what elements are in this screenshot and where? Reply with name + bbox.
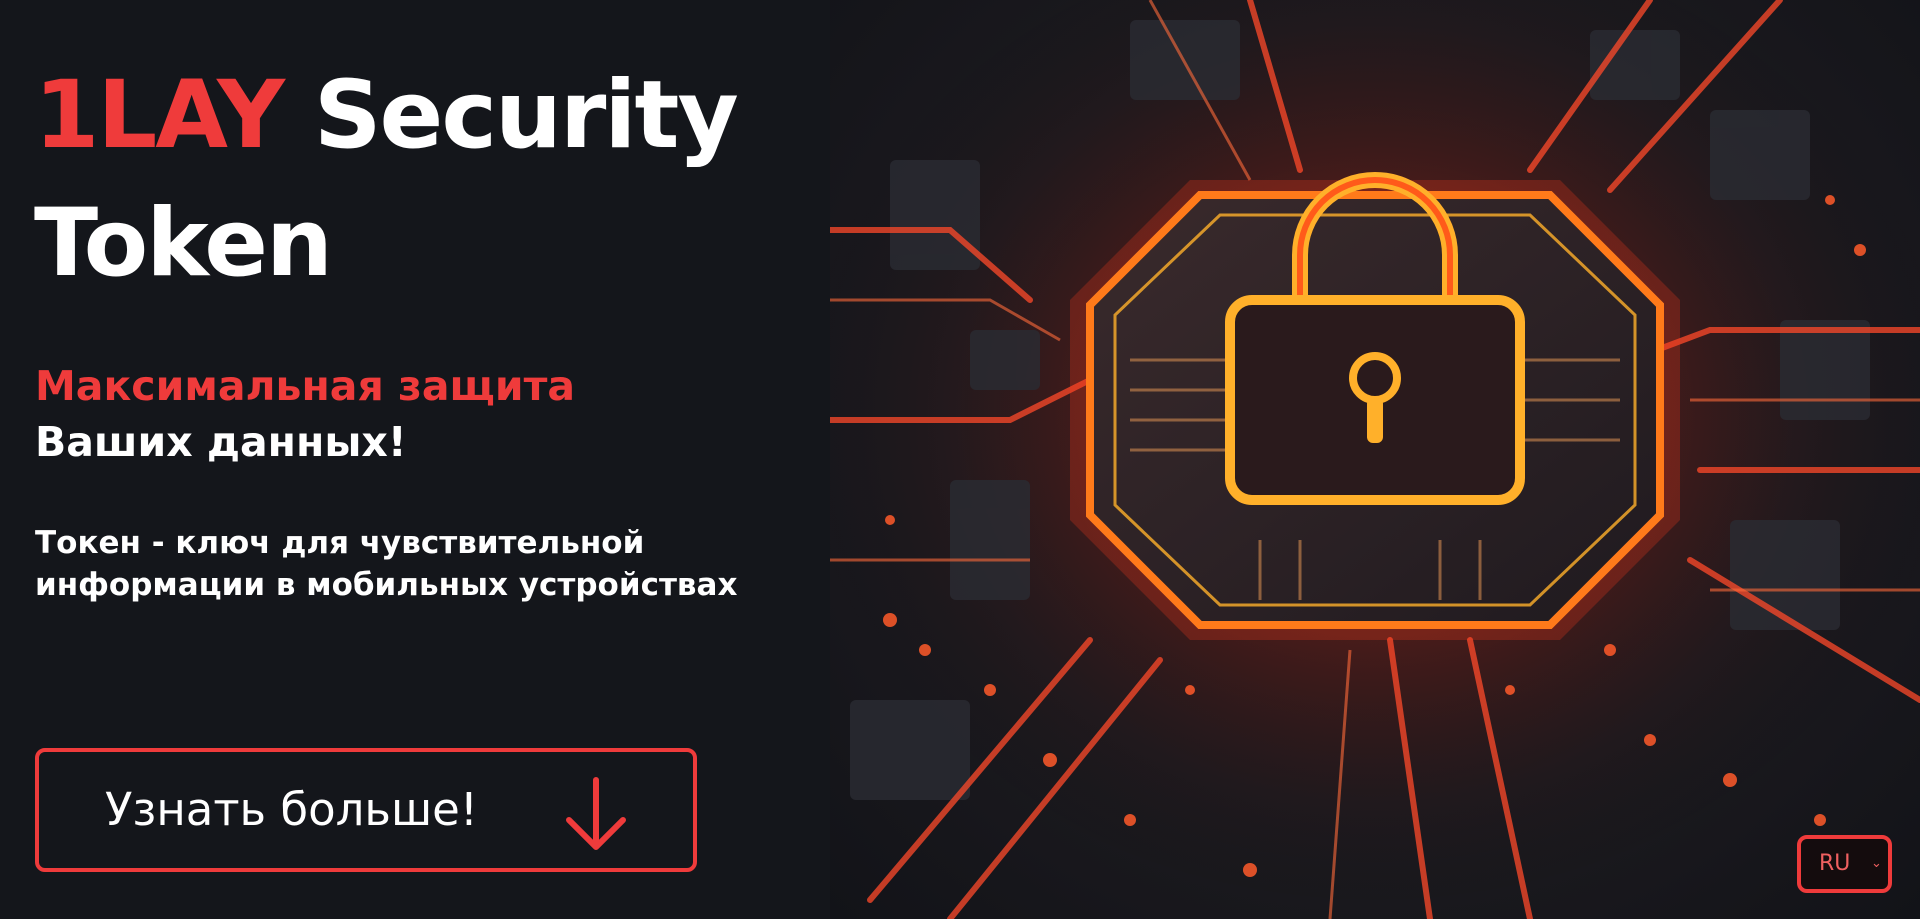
learn-more-button[interactable]: Узнать больше! xyxy=(35,748,697,872)
description-line-2: информации в мобильных устройствах xyxy=(35,567,738,603)
subtitle-accent-line: Максимальная защита xyxy=(35,362,576,410)
hero-subtitle: Максимальная защита Ваших данных! xyxy=(35,358,575,470)
brand-name: 1LAY xyxy=(34,61,285,170)
title-word-token: Token xyxy=(34,189,333,298)
hero-text-panel: 1LAY Security Token Максимальная защита … xyxy=(0,0,830,919)
hero-description: Токен - ключ для чувствительной информац… xyxy=(35,522,737,606)
chevron-down-icon: ⌄ xyxy=(1871,856,1882,871)
page-title: 1LAY Security Token xyxy=(34,52,739,308)
hero-image xyxy=(830,0,1920,919)
description-line-1: Токен - ключ для чувствительной xyxy=(35,525,645,561)
title-word-security: Security xyxy=(313,61,739,170)
subtitle-white-line: Ваших данных! xyxy=(35,418,407,466)
language-selected-value: RU xyxy=(1819,851,1851,876)
language-select[interactable]: RU ⌄ xyxy=(1797,835,1892,893)
arrow-down-icon xyxy=(566,777,626,850)
landing-page: 1LAY Security Token Максимальная защита … xyxy=(0,0,1920,919)
circuit-lock-illustration xyxy=(830,0,1920,919)
learn-more-label: Узнать больше! xyxy=(105,783,478,836)
